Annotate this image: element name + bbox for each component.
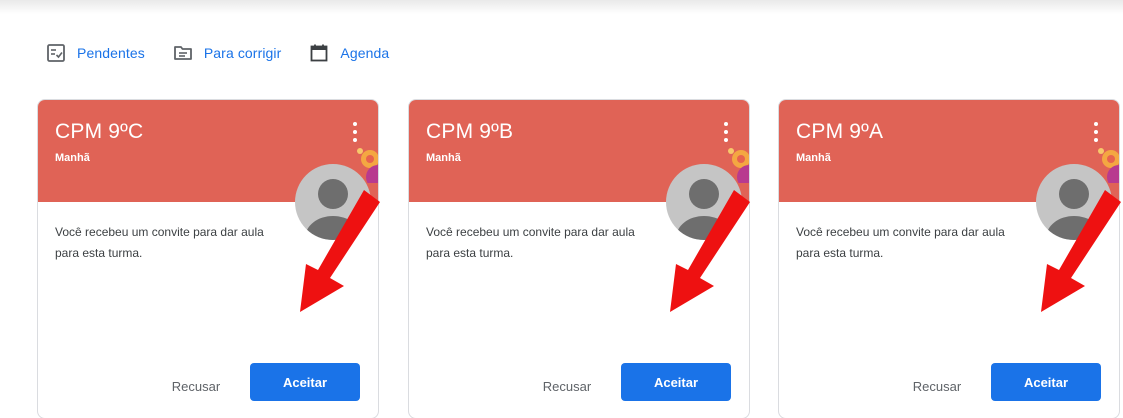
accept-button[interactable]: Aceitar <box>991 363 1101 401</box>
class-title[interactable]: CPM 9ºC <box>55 120 143 144</box>
class-section: Manhã <box>426 152 461 164</box>
accept-button[interactable]: Aceitar <box>621 363 731 401</box>
class-section: Manhã <box>796 152 831 164</box>
review-tray-icon <box>172 42 194 64</box>
class-title[interactable]: CPM 9ºB <box>426 120 513 144</box>
refuse-button[interactable]: Recusar <box>156 368 236 404</box>
more-options-icon[interactable] <box>723 122 729 142</box>
top-bar-shadow <box>0 0 1123 14</box>
nav-pending-link[interactable]: Pendentes <box>45 42 145 64</box>
nav-review-label: Para corrigir <box>203 45 282 61</box>
class-title[interactable]: CPM 9ºA <box>796 120 883 144</box>
calendar-icon <box>308 42 330 64</box>
classroom-page: Pendentes Para corrigir Agenda CPM 9ºC M… <box>0 0 1123 418</box>
refuse-button[interactable]: Recusar <box>527 368 607 404</box>
nav-calendar-label: Agenda <box>340 45 390 61</box>
nav-calendar-link[interactable]: Agenda <box>308 42 389 64</box>
nav-review-link[interactable]: Para corrigir <box>172 42 282 64</box>
invite-message: Você recebeu um convite para dar aula pa… <box>426 225 635 260</box>
more-options-icon[interactable] <box>1093 122 1099 142</box>
class-section: Manhã <box>55 152 90 164</box>
annotation-arrow <box>300 190 380 312</box>
annotation-arrow <box>670 190 750 312</box>
refuse-button[interactable]: Recusar <box>897 368 977 404</box>
quick-links-nav: Pendentes Para corrigir Agenda <box>45 40 416 66</box>
pending-checklist-icon <box>45 42 67 64</box>
accept-button[interactable]: Aceitar <box>250 363 360 401</box>
invite-message: Você recebeu um convite para dar aula pa… <box>55 225 264 260</box>
more-options-icon[interactable] <box>352 122 358 142</box>
nav-pending-label: Pendentes <box>77 45 145 61</box>
annotation-arrow <box>1041 190 1121 312</box>
invite-message: Você recebeu um convite para dar aula pa… <box>796 225 1005 260</box>
